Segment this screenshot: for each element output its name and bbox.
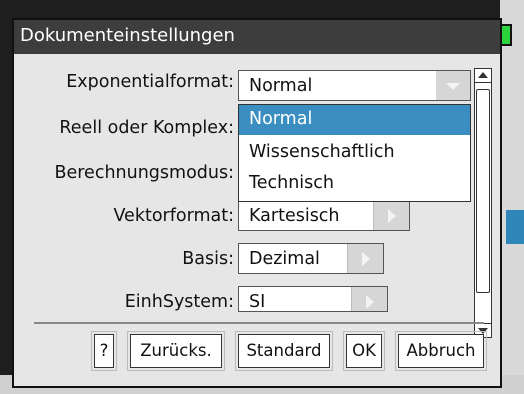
label-vektorformat: Vektorformat: — [113, 206, 234, 226]
label-reell-oder-komplex: Reell oder Komplex: — [59, 118, 234, 138]
einhsystem-select[interactable]: SI — [238, 286, 388, 312]
scrollbar-thumb[interactable] — [476, 89, 490, 293]
exponentialformat-select[interactable]: Normal — [238, 70, 471, 101]
exponentialformat-dropdown-list: Normal Wissenschaftlich Technisch — [238, 104, 471, 202]
help-button[interactable]: ? — [91, 331, 117, 371]
scrollbar[interactable] — [474, 68, 492, 338]
document-settings-dialog: Dokumenteinstellungen Exponentialformat:… — [12, 18, 502, 388]
cancel-button-label: Abbruch — [406, 341, 476, 360]
exponentialformat-value: Normal — [249, 76, 313, 96]
ok-button[interactable]: OK — [343, 331, 385, 371]
default-button-label: Standard — [246, 341, 322, 360]
option-normal[interactable]: Normal — [239, 105, 470, 135]
cancel-button[interactable]: Abbruch — [395, 331, 487, 371]
back-button-label: Zurücks. — [140, 341, 212, 360]
vektorformat-select[interactable]: Kartesisch — [238, 200, 410, 231]
scroll-up-icon[interactable] — [475, 69, 491, 83]
default-button[interactable]: Standard — [235, 331, 333, 371]
label-einhsystem: EinhSystem: — [124, 292, 234, 312]
chevron-right-icon[interactable] — [351, 287, 387, 311]
divider — [34, 322, 484, 324]
background-page-right — [500, 0, 524, 394]
background-highlight — [506, 210, 524, 244]
label-berechnungsmodus: Berechnungsmodus: — [54, 163, 234, 183]
basis-value: Dezimal — [249, 249, 320, 269]
vektorformat-value: Kartesisch — [249, 206, 340, 226]
help-button-label: ? — [99, 341, 109, 360]
option-technisch-label: Technisch — [249, 173, 334, 193]
back-button[interactable]: Zurücks. — [127, 331, 225, 371]
chevron-down-icon[interactable] — [436, 71, 470, 100]
ok-button-label: OK — [352, 341, 376, 360]
label-basis: Basis: — [182, 249, 234, 269]
option-wissenschaftlich[interactable]: Wissenschaftlich — [239, 138, 470, 168]
field-labels: Exponentialformat: Reell oder Komplex: B… — [14, 20, 234, 350]
option-wissenschaftlich-label: Wissenschaftlich — [249, 142, 395, 162]
option-normal-label: Normal — [249, 109, 313, 129]
einhsystem-value: SI — [249, 292, 266, 312]
label-exponentialformat: Exponentialformat: — [66, 72, 234, 92]
basis-select[interactable]: Dezimal — [238, 243, 384, 274]
option-technisch[interactable]: Technisch — [239, 169, 470, 199]
chevron-right-icon[interactable] — [373, 201, 409, 230]
chevron-right-icon[interactable] — [347, 244, 383, 273]
